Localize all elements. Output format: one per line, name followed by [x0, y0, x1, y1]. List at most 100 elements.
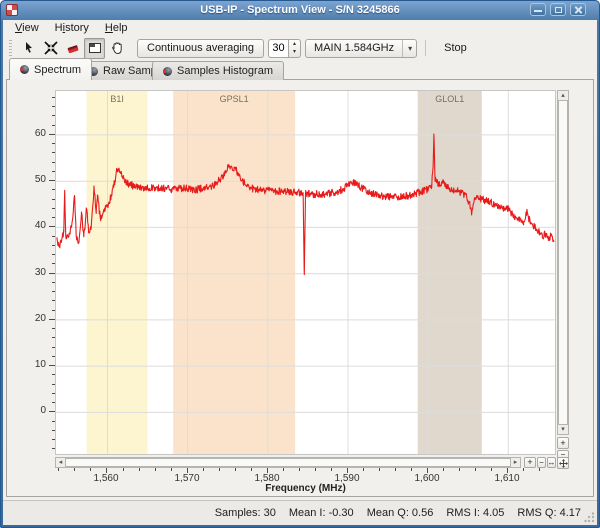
x-minor-tick: [219, 468, 220, 471]
averaging-mode-button[interactable]: Continuous averaging: [137, 39, 264, 58]
y-tick-label: 40: [16, 220, 46, 232]
maximize-button[interactable]: [550, 3, 566, 16]
zoom-fit-icon: [43, 40, 59, 56]
clear-trace-button[interactable]: [62, 38, 83, 59]
tab-label: Samples Histogram: [177, 65, 273, 77]
x-minor-tick: [251, 468, 252, 471]
y-tick-label: 10: [16, 359, 46, 371]
tab-label: Spectrum: [34, 64, 81, 76]
horizontal-scrollbar[interactable]: ◂ ▸: [55, 457, 521, 468]
x-minor-tick: [283, 468, 284, 471]
minimize-button[interactable]: [530, 3, 546, 16]
close-button[interactable]: [570, 3, 586, 16]
tab-spectrum[interactable]: Spectrum: [9, 58, 92, 80]
x-minor-tick: [379, 468, 380, 471]
band-label: GLOL1: [435, 94, 464, 104]
spin-up-icon[interactable]: ▴: [289, 40, 300, 49]
app-window: USB-IP - Spectrum View - S/N 3245866 Vie…: [0, 0, 600, 528]
toolbar: Continuous averaging ▴ ▾ MAIN 1.584GHz ▾…: [3, 36, 597, 60]
y-tick-label: 60: [16, 128, 46, 140]
x-minor-tick: [331, 468, 332, 471]
x-pan-button[interactable]: ↔: [547, 457, 556, 468]
plot-svg: B1I GPSL1 GLOL1: [56, 91, 555, 454]
window-content: ViewHistoryHelp: [3, 20, 597, 525]
x-minor-tick: [315, 468, 316, 471]
x-minor-tick: [235, 468, 236, 471]
x-minor-tick: [171, 468, 172, 471]
toolbar-separator: [425, 40, 426, 56]
scroll-down-icon[interactable]: ▾: [558, 425, 568, 434]
move-cross-icon: [559, 459, 568, 468]
y-zoom-in-button[interactable]: +: [557, 437, 569, 449]
channel-select-value: MAIN 1.584GHz: [314, 42, 394, 54]
window-controls: [530, 3, 586, 16]
spinbox-arrows: ▴ ▾: [288, 39, 301, 58]
x-zoom-out-button[interactable]: −: [537, 457, 546, 468]
scroll-up-icon[interactable]: ▴: [558, 91, 568, 100]
y-tick-label: 30: [16, 267, 46, 279]
band-label: GPSL1: [220, 94, 249, 104]
x-minor-tick: [299, 468, 300, 471]
zoom-box-tool-button[interactable]: [84, 38, 105, 59]
x-minor-tick: [363, 468, 364, 471]
status-mean-q: Mean Q: 0.56: [367, 507, 434, 519]
status-rms-q: RMS Q: 4.17: [517, 507, 581, 519]
x-minor-tick: [123, 468, 124, 471]
x-axis-title: Frequency (MHz): [55, 483, 556, 494]
x-minor-tick: [90, 468, 91, 471]
y-tick-label: 0: [16, 405, 46, 417]
tab-scope-icon: [20, 65, 29, 74]
x-minor-tick: [395, 468, 396, 471]
pan-tool-button[interactable]: [106, 38, 127, 59]
spin-down-icon[interactable]: ▾: [289, 48, 300, 57]
x-minor-tick: [539, 468, 540, 471]
band-label: B1I: [110, 94, 124, 104]
status-bar: Samples: 30 Mean I: -0.30 Mean Q: 0.56 R…: [3, 500, 597, 525]
averaging-count-spinbox: ▴ ▾: [268, 39, 301, 58]
menu-view[interactable]: View: [7, 21, 47, 35]
x-minor-tick: [203, 468, 204, 471]
zoom-fit-button[interactable]: [40, 38, 61, 59]
x-minor-tick: [443, 468, 444, 471]
tab-samples-histogram[interactable]: Samples Histogram: [152, 61, 284, 80]
spectrum-pane: 0102030405060 B1IGPSL1GLOL1 ▴ ▾ + − ↕ ◂ …: [6, 79, 594, 497]
band-gpsl1: [173, 91, 295, 454]
menubar: ViewHistoryHelp: [3, 20, 597, 36]
vertical-scroll-thumb[interactable]: [558, 100, 568, 425]
spectrum-plot: 0102030405060 B1IGPSL1GLOL1 ▴ ▾ + − ↕ ◂ …: [7, 80, 593, 496]
stop-button[interactable]: Stop: [436, 40, 475, 56]
eraser-icon: [65, 40, 81, 56]
status-samples: Samples: 30: [215, 507, 276, 519]
channel-select[interactable]: MAIN 1.584GHz ▾: [305, 39, 417, 58]
plot-canvas[interactable]: B1I GPSL1 GLOL1: [55, 90, 556, 455]
titlebar[interactable]: USB-IP - Spectrum View - S/N 3245866: [0, 0, 600, 20]
x-minor-tick: [523, 468, 524, 471]
scroll-left-icon[interactable]: ◂: [56, 458, 65, 467]
x-zoom-in-button[interactable]: +: [524, 457, 536, 468]
x-minor-tick: [155, 468, 156, 471]
pan-hand-icon: [109, 40, 125, 56]
status-mean-i: Mean I: -0.30: [289, 507, 354, 519]
x-minor-tick: [411, 468, 412, 471]
x-minor-tick: [74, 468, 75, 471]
y-axis: 0102030405060: [7, 90, 55, 455]
zoom-box-icon: [87, 40, 103, 56]
x-minor-tick: [58, 468, 59, 471]
window-title: USB-IP - Spectrum View - S/N 3245866: [0, 0, 600, 20]
y-tick-label: 20: [16, 313, 46, 325]
x-axis: 1,5601,5701,5801,5901,6001,610: [55, 468, 568, 484]
chevron-down-icon: ▾: [402, 40, 412, 57]
select-tool-button[interactable]: [18, 38, 39, 59]
horizontal-scroll-thumb[interactable]: [65, 458, 511, 467]
menu-help[interactable]: Help: [97, 21, 136, 35]
x-minor-tick: [459, 468, 460, 471]
scroll-right-icon[interactable]: ▸: [511, 458, 520, 467]
menu-history[interactable]: History: [47, 21, 97, 35]
averaging-count-input[interactable]: [268, 39, 288, 58]
tab-scope-icon: [163, 67, 172, 76]
x-minor-tick: [139, 468, 140, 471]
minimize-icon: [534, 10, 542, 12]
toolbar-grip[interactable]: [9, 40, 12, 56]
resize-grip[interactable]: [584, 512, 595, 523]
vertical-scrollbar[interactable]: ▴ ▾: [557, 90, 569, 435]
